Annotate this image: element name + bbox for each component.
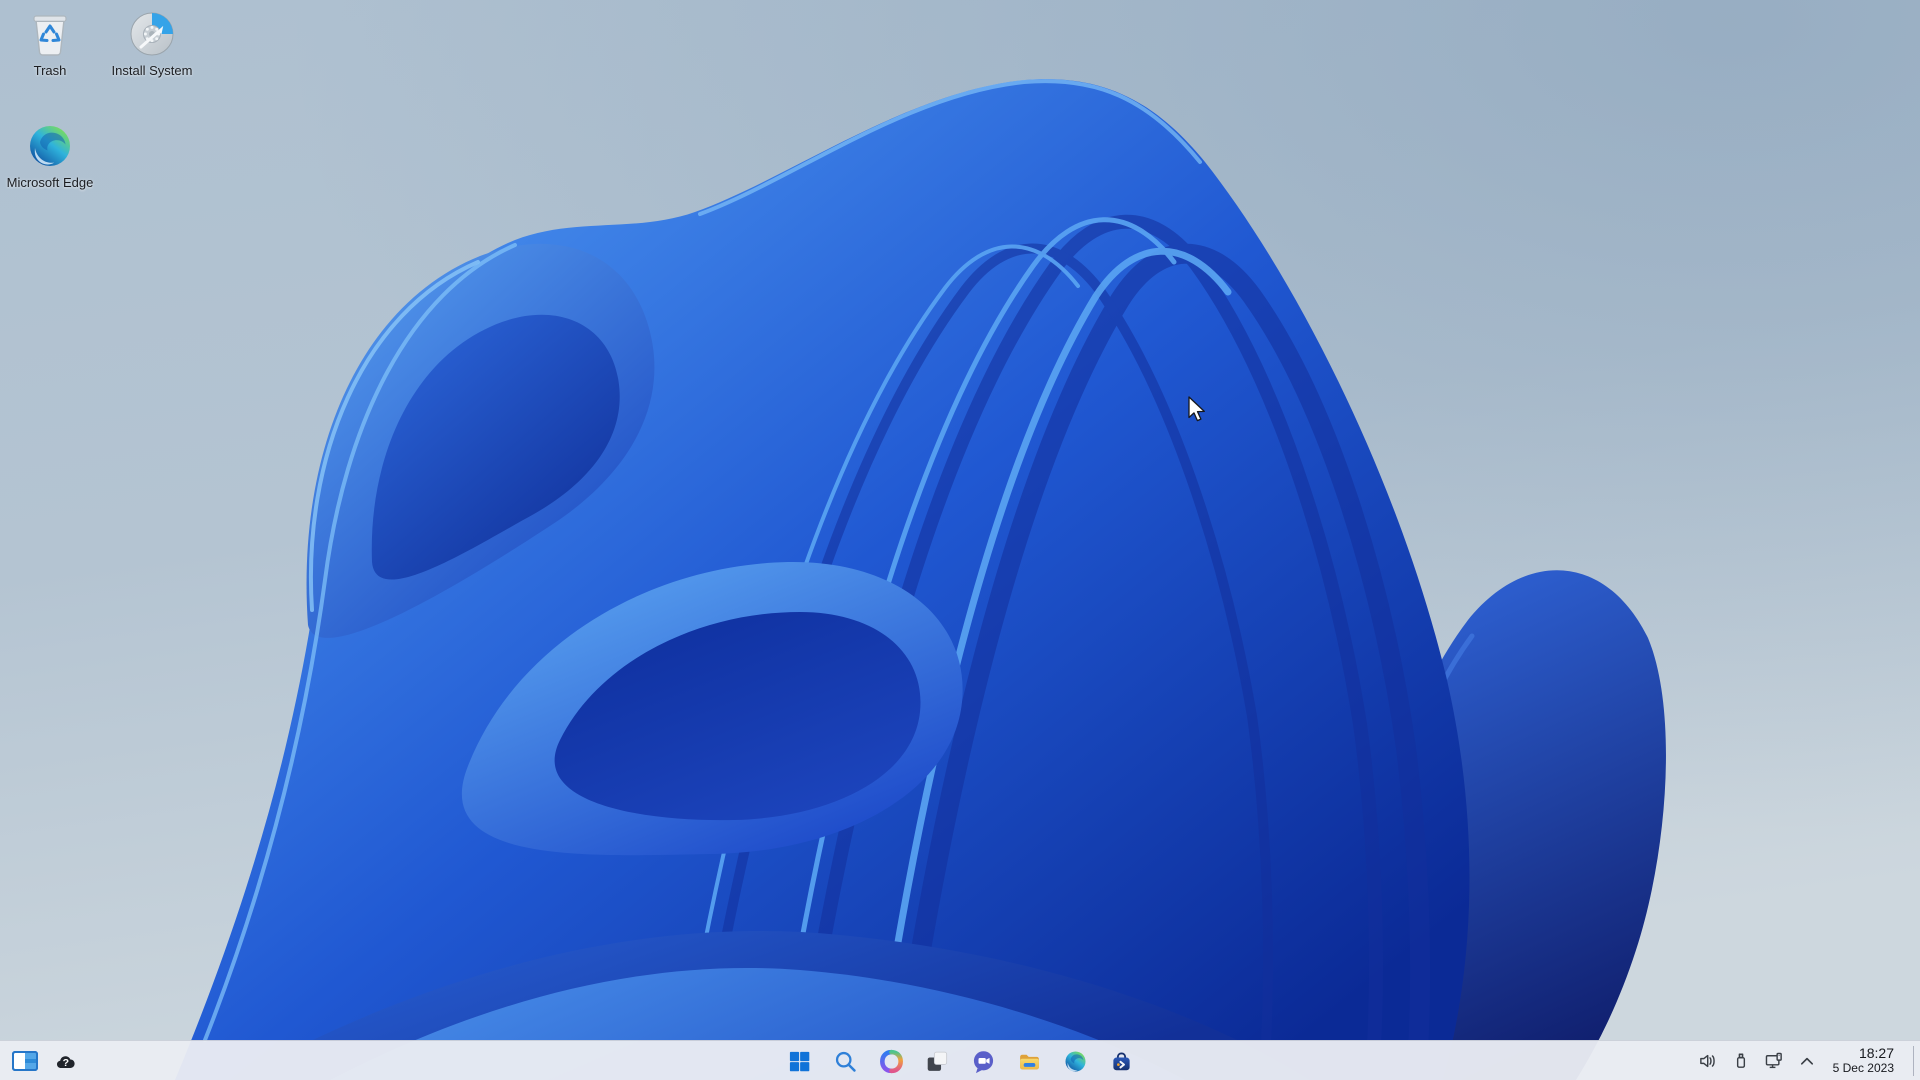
edge-icon: [30, 126, 70, 166]
taskbar: ? 18:27 5 Dec 2023: [0, 1040, 1920, 1080]
desktop-icon-label: Trash: [33, 63, 67, 78]
task-view-icon: [927, 1051, 947, 1071]
search-icon: [835, 1051, 856, 1072]
installer-disc-icon: [130, 12, 174, 56]
volume-button[interactable]: [1698, 1051, 1718, 1071]
desktop-icon-label: Install System: [111, 63, 193, 78]
desktop-icon-trash[interactable]: Trash: [0, 10, 100, 80]
wallpaper-bloom: [0, 0, 1920, 1080]
taskbar-center-group: [779, 1041, 1141, 1080]
desktop-icon-label: Microsoft Edge: [6, 175, 94, 190]
tray-expand-chevron-icon: [1800, 1057, 1813, 1065]
file-explorer-icon: [1019, 1054, 1039, 1069]
discover-store-button[interactable]: [1101, 1041, 1141, 1080]
desktop-icon-microsoft-edge[interactable]: Microsoft Edge: [0, 122, 100, 192]
start-icon: [789, 1051, 809, 1071]
virtual-desktop-pager-icon[interactable]: [12, 1051, 38, 1071]
edge-button[interactable]: [1055, 1041, 1095, 1080]
trash-icon: [33, 15, 67, 56]
edge-icon: [1065, 1051, 1085, 1071]
weather-unknown-cloud-icon[interactable]: ?: [54, 1051, 80, 1071]
copilot-button[interactable]: [871, 1041, 911, 1080]
volume-icon: [1699, 1054, 1715, 1068]
svg-text:?: ?: [63, 1057, 69, 1069]
file-explorer-button[interactable]: [1009, 1041, 1049, 1080]
copilot-icon: [879, 1049, 903, 1073]
show-desktop-edge[interactable]: [1913, 1046, 1914, 1076]
usb-device-button[interactable]: [1731, 1051, 1751, 1071]
chat-video-icon: [973, 1050, 993, 1073]
taskbar-left-group: ?: [12, 1041, 80, 1080]
display-device-icon: [1765, 1052, 1782, 1069]
task-view-button[interactable]: [917, 1041, 957, 1080]
usb-device-icon: [1736, 1053, 1745, 1068]
search-button[interactable]: [825, 1041, 865, 1080]
tray-expand-button[interactable]: [1797, 1051, 1817, 1071]
chat-button[interactable]: [963, 1041, 1003, 1080]
taskbar-tray-group: 18:27 5 Dec 2023: [1698, 1041, 1914, 1080]
clock-time: 18:27: [1858, 1045, 1894, 1062]
clock-date: 5 Dec 2023: [1832, 1061, 1894, 1076]
start-button[interactable]: [779, 1041, 819, 1080]
desktop: Trash Install System Microsoft Edge ? 18…: [0, 0, 1920, 1080]
discover-store-icon: [1112, 1052, 1130, 1070]
taskbar-clock[interactable]: 18:27 5 Dec 2023: [1833, 1046, 1894, 1075]
desktop-icon-install-system[interactable]: Install System: [102, 10, 202, 80]
display-device-button[interactable]: [1764, 1051, 1784, 1071]
